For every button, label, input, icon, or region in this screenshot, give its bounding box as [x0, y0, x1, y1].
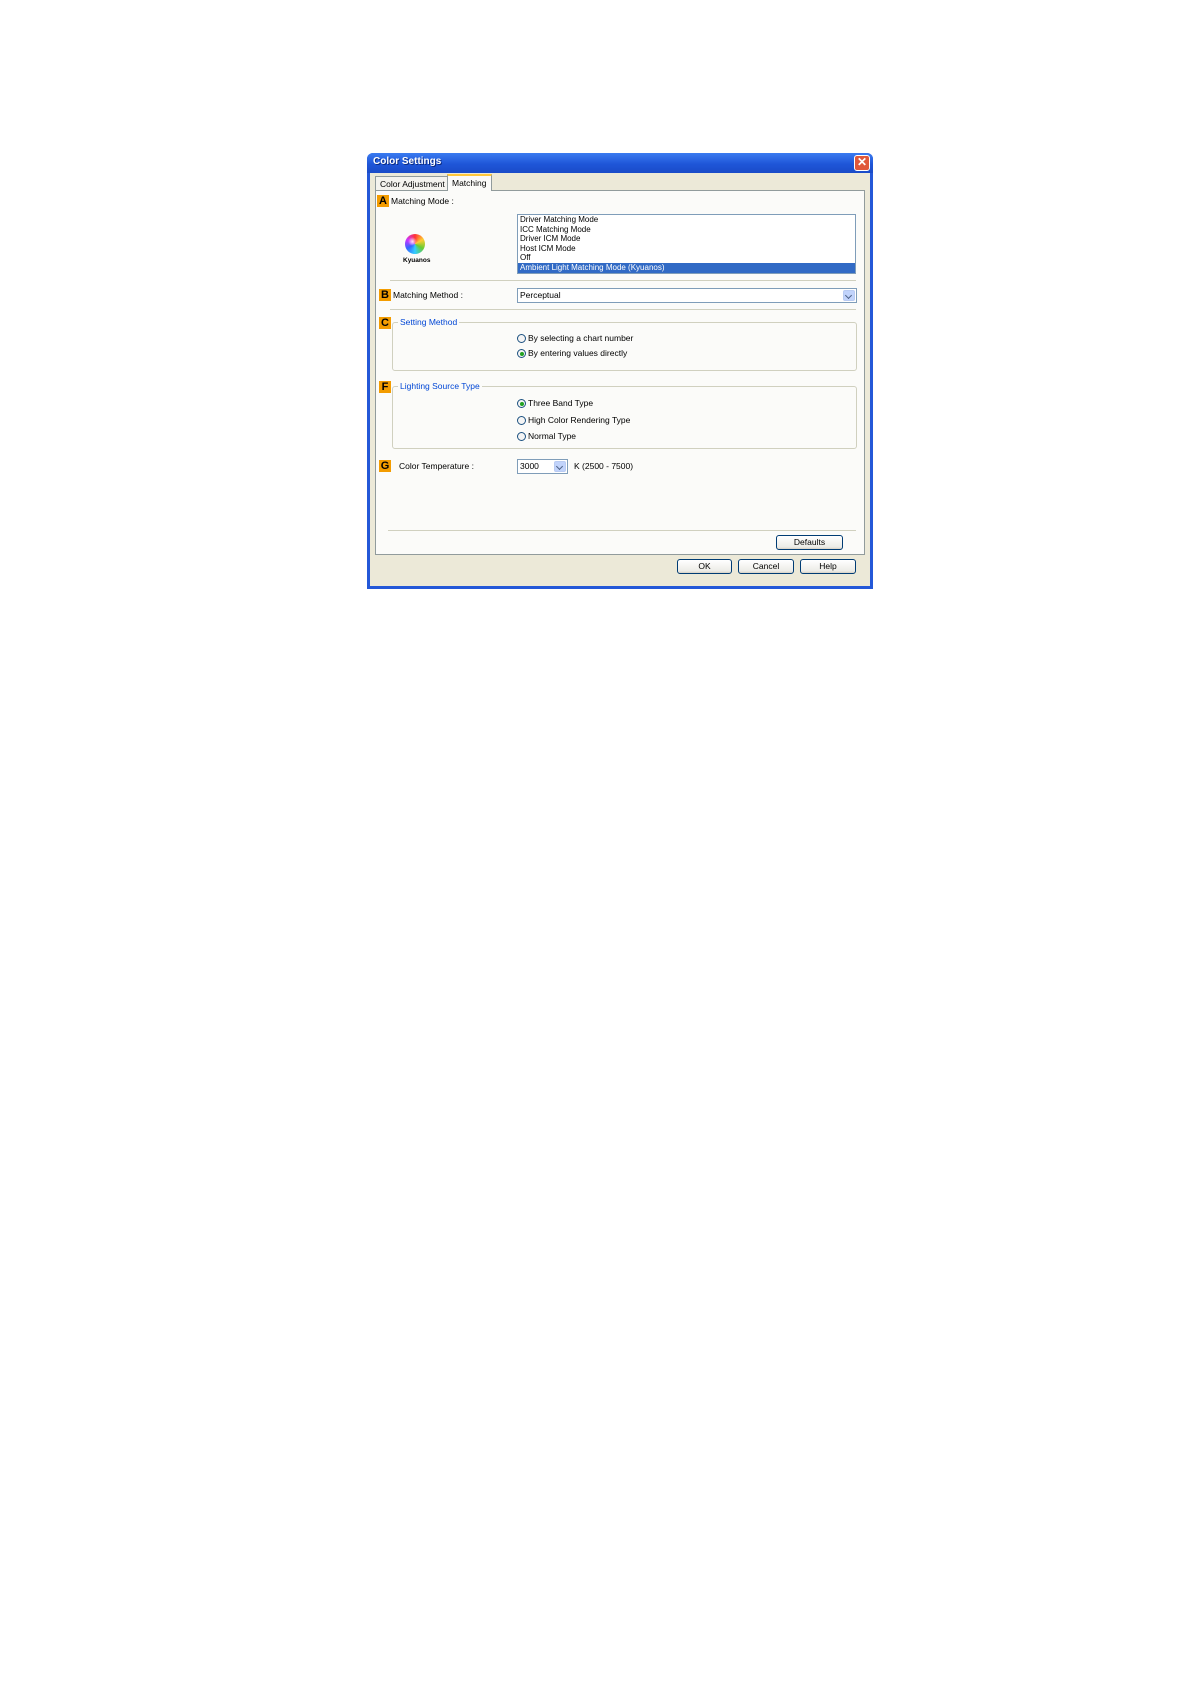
tab-matching[interactable]: Matching [447, 174, 492, 191]
matching-tab-panel: A Matching Mode : Kyuanos Driver Matchin… [375, 190, 865, 555]
radio-icon[interactable] [517, 432, 526, 441]
matching-method-value: Perceptual [520, 290, 561, 300]
radio-chart-number[interactable]: By selecting a chart number [517, 333, 633, 343]
radio-normal-type[interactable]: Normal Type [517, 431, 576, 441]
setting-method-title: Setting Method [398, 317, 460, 327]
lighting-source-title: Lighting Source Type [398, 381, 482, 391]
list-item[interactable]: Driver ICM Mode [518, 234, 855, 244]
radio-enter-values[interactable]: By entering values directly [517, 348, 627, 358]
matching-mode-label: Matching Mode : [391, 196, 454, 206]
cancel-button[interactable]: Cancel [738, 559, 794, 574]
radio-checked-icon[interactable] [517, 349, 526, 358]
radio-high-color-rendering[interactable]: High Color Rendering Type [517, 415, 630, 425]
setting-method-group [392, 322, 857, 371]
list-item[interactable]: Host ICM Mode [518, 244, 855, 254]
defaults-button[interactable]: Defaults [776, 535, 843, 550]
chevron-down-icon[interactable] [843, 290, 855, 301]
badge-g: G [379, 460, 391, 472]
radio-label: By selecting a chart number [528, 333, 634, 343]
color-settings-dialog: Color Settings ✕ Color Adjustment Matchi… [367, 153, 873, 589]
badge-a: A [377, 195, 389, 207]
radio-icon[interactable] [517, 416, 526, 425]
dialog-title: Color Settings [373, 156, 442, 167]
badge-b: B [379, 289, 391, 301]
color-temperature-range: K (2500 - 7500) [574, 461, 634, 471]
list-item[interactable]: ICC Matching Mode [518, 225, 855, 235]
ok-button[interactable]: OK [677, 559, 732, 574]
kyuanos-logo-text: Kyuanos [403, 257, 431, 264]
radio-icon[interactable] [517, 334, 526, 343]
close-icon: ✕ [856, 155, 868, 169]
badge-c: C [379, 317, 391, 329]
list-item-selected[interactable]: Ambient Light Matching Mode (Kyuanos) [518, 262, 855, 273]
color-temperature-label: Color Temperature : [399, 461, 474, 471]
radio-three-band[interactable]: Three Band Type [517, 398, 593, 408]
divider [390, 309, 856, 310]
radio-label: Three Band Type [528, 398, 594, 408]
chevron-down-icon[interactable] [554, 461, 566, 472]
color-temperature-select[interactable]: 3000 [517, 459, 568, 474]
help-button[interactable]: Help [800, 559, 856, 574]
list-item[interactable]: Off [518, 253, 855, 263]
list-item[interactable]: Driver Matching Mode [518, 215, 855, 225]
kyuanos-icon [405, 234, 425, 254]
radio-label: By entering values directly [528, 348, 628, 358]
matching-mode-listbox[interactable]: Driver Matching Mode ICC Matching Mode D… [517, 214, 856, 274]
badge-f: F [379, 381, 391, 393]
divider [388, 530, 856, 531]
dialog-client: Color Adjustment Matching A Matching Mod… [370, 173, 870, 586]
title-bar[interactable]: Color Settings ✕ [367, 153, 873, 173]
divider [390, 280, 856, 281]
radio-label: Normal Type [528, 431, 577, 441]
radio-label: High Color Rendering Type [528, 415, 631, 425]
matching-method-select[interactable]: Perceptual [517, 288, 857, 303]
radio-checked-icon[interactable] [517, 399, 526, 408]
tab-color-adjustment[interactable]: Color Adjustment [375, 176, 450, 191]
close-button[interactable]: ✕ [854, 155, 870, 171]
color-temperature-value: 3000 [520, 461, 539, 471]
matching-method-label: Matching Method : [393, 290, 463, 300]
